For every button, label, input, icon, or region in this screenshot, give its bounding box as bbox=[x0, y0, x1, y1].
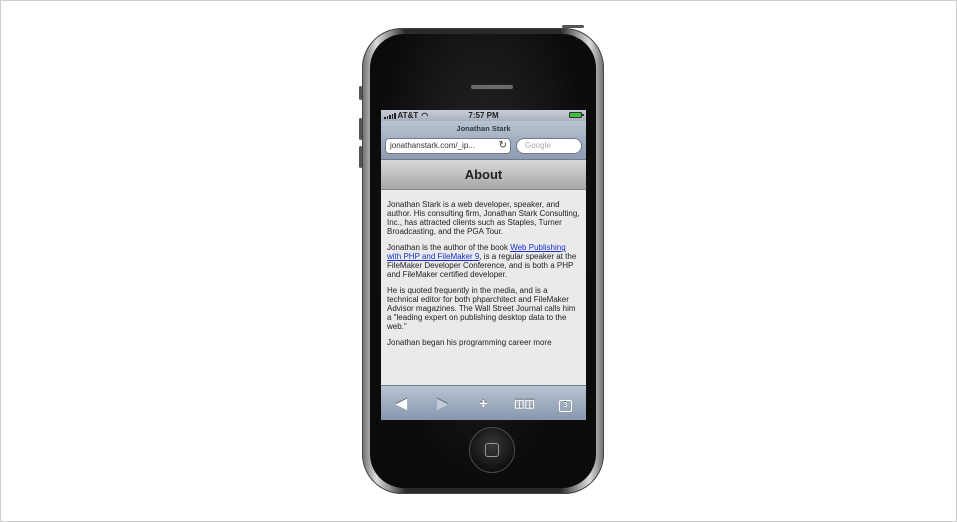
phone-screen: AT&T ◠ 7:57 PM Jonathan Stark jonathanst… bbox=[381, 110, 586, 420]
battery-level bbox=[570, 113, 581, 117]
volume-up-button bbox=[359, 118, 362, 140]
bio-paragraph-4: Jonathan began his programming career mo… bbox=[387, 338, 552, 347]
status-time: 7:57 PM bbox=[468, 111, 499, 120]
bio-paragraph-1: Jonathan Stark is a web developer, speak… bbox=[387, 200, 580, 236]
search-field[interactable]: Google bbox=[516, 138, 582, 154]
bio-paragraph-3: He is quoted frequently in the media, an… bbox=[387, 286, 576, 331]
mute-switch bbox=[359, 86, 362, 100]
url-field[interactable]: jonathanstark.com/_ip... ↻ bbox=[385, 138, 511, 154]
url-text: jonathanstark.com/_ip... bbox=[390, 141, 475, 150]
earpiece bbox=[470, 84, 514, 90]
volume-down-button bbox=[359, 146, 362, 168]
pages-icon: 3 bbox=[559, 400, 572, 412]
browser-toolbar: ◀ ▶ + ◫◫ 3 bbox=[381, 385, 586, 420]
bookmarks-icon[interactable]: ◫◫ bbox=[510, 397, 540, 410]
home-button[interactable] bbox=[469, 427, 515, 473]
browser-address-bar: Jonathan Stark jonathanstark.com/_ip... … bbox=[381, 121, 586, 160]
bio-paragraph-2: Jonathan is the author of the book Web P… bbox=[387, 243, 580, 279]
page-header: About bbox=[381, 160, 586, 190]
power-button bbox=[562, 25, 584, 28]
page-title: Jonathan Stark bbox=[456, 124, 511, 133]
home-button-icon bbox=[485, 443, 499, 457]
page-content: Jonathan Stark is a web developer, speak… bbox=[381, 190, 586, 347]
battery-icon bbox=[569, 112, 584, 118]
back-icon[interactable]: ◀ bbox=[387, 395, 417, 412]
pages-button[interactable]: 3 bbox=[551, 394, 581, 412]
status-bar: AT&T ◠ 7:57 PM bbox=[381, 110, 586, 121]
forward-icon[interactable]: ▶ bbox=[428, 395, 458, 412]
add-icon[interactable]: + bbox=[469, 395, 499, 411]
bio-paragraph-2-start: Jonathan is the author of the book bbox=[387, 243, 511, 252]
reload-icon[interactable]: ↻ bbox=[499, 139, 507, 153]
